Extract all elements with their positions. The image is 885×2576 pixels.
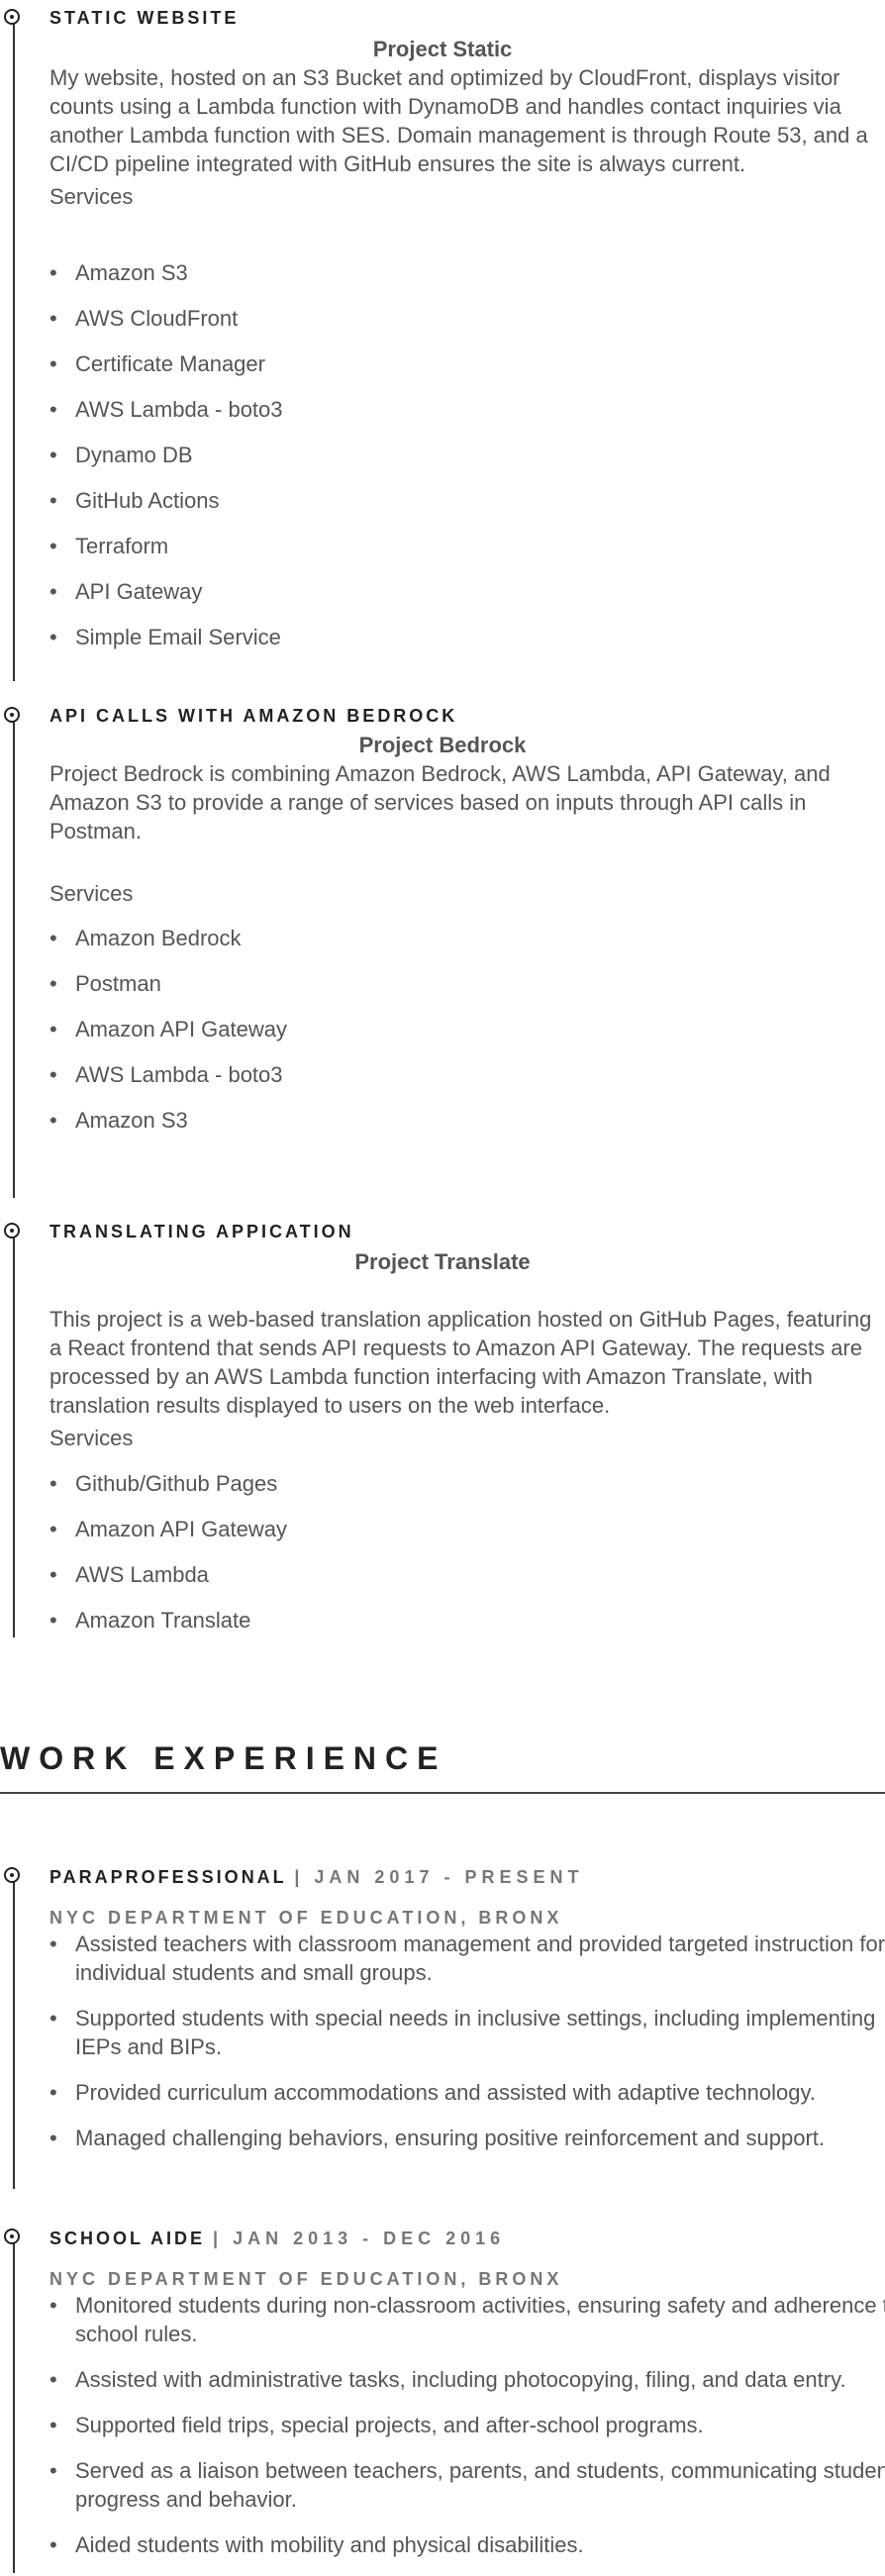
list-item: GitHub Actions: [49, 486, 283, 515]
timeline-line: [13, 2236, 15, 2573]
job-date: | JAN 2017 - PRESENT: [294, 1867, 584, 1887]
services-label: Services: [49, 184, 134, 209]
services-list: Amazon Bedrock Postman Amazon API Gatewa…: [49, 924, 287, 1151]
project-name: Project Bedrock: [358, 733, 527, 757]
project-name: Project Static: [372, 37, 513, 61]
project-title: TRANSLATING APPICATION: [49, 1222, 354, 1241]
job-organization: NYC DEPARTMENT OF EDUCATION, BRONX: [49, 2269, 563, 2289]
services-label: Services: [49, 881, 134, 906]
list-item: Amazon Bedrock: [49, 924, 287, 952]
list-item: Postman: [49, 969, 287, 998]
list-item: Provided curriculum accommodations and a…: [49, 2078, 885, 2107]
list-item: Assisted with administrative tasks, incl…: [49, 2365, 885, 2394]
list-item: Aided students with mobility and physica…: [49, 2530, 885, 2559]
list-item: Amazon S3: [49, 258, 283, 287]
section-divider: [0, 1792, 885, 1794]
timeline-line: [13, 715, 15, 1198]
list-item: Dynamo DB: [49, 441, 283, 469]
list-item: Amazon API Gateway: [49, 1515, 287, 1543]
timeline-line: [13, 1876, 15, 2189]
list-item: Certificate Manager: [49, 349, 283, 378]
timeline-marker-icon: [4, 1867, 20, 1883]
timeline-line: [13, 10, 15, 681]
list-item: AWS Lambda - boto3: [49, 395, 283, 424]
project-title: API CALLS WITH AMAZON BEDROCK: [49, 706, 458, 726]
project-name: Project Translate: [354, 1249, 531, 1274]
job-title: SCHOOL AIDE | JAN 2013 - DEC 2016: [49, 2229, 505, 2249]
timeline-marker-icon: [4, 1223, 20, 1238]
job-role: SCHOOL AIDE: [49, 2229, 206, 2248]
list-item: AWS Lambda - boto3: [49, 1060, 287, 1089]
list-item: Assisted teachers with classroom managem…: [49, 1930, 885, 1987]
list-item: AWS Lambda: [49, 1560, 287, 1589]
list-item: Terraform: [49, 532, 283, 560]
list-item: Amazon Translate: [49, 1606, 287, 1635]
duties-list: Monitored students during non-classroom …: [49, 2291, 885, 2576]
services-label: Services: [49, 1426, 134, 1450]
list-item: Simple Email Service: [49, 623, 283, 651]
list-item: Amazon API Gateway: [49, 1015, 287, 1043]
timeline-marker-icon: [4, 707, 20, 723]
project-description: Project Bedrock is combining Amazon Bedr…: [49, 761, 831, 843]
list-item: Github/Github Pages: [49, 1469, 287, 1498]
project-title: STATIC WEBSITE: [49, 8, 240, 28]
job-organization: NYC DEPARTMENT OF EDUCATION, BRONX: [49, 1908, 563, 1928]
timeline-line: [13, 1232, 15, 1637]
project-description: This project is a web-based translation …: [49, 1307, 872, 1418]
timeline-marker-icon: [4, 9, 20, 25]
job-date: | JAN 2013 - DEC 2016: [213, 2229, 506, 2248]
job-title: PARAPROFESSIONAL | JAN 2017 - PRESENT: [49, 1867, 583, 1888]
list-item: Monitored students during non-classroom …: [49, 2291, 885, 2348]
list-item: AWS CloudFront: [49, 304, 283, 333]
list-item: Amazon S3: [49, 1106, 287, 1135]
project-description: My website, hosted on an S3 Bucket and o…: [49, 65, 868, 176]
duties-list: Assisted teachers with classroom managem…: [49, 1930, 885, 2169]
services-list: Github/Github Pages Amazon API Gateway A…: [49, 1469, 287, 1651]
list-item: Supported field trips, special projects,…: [49, 2411, 885, 2439]
section-heading: WORK EXPERIENCE: [0, 1740, 447, 1776]
list-item: Managed challenging behaviors, ensuring …: [49, 2124, 885, 2152]
job-role: PARAPROFESSIONAL: [49, 1867, 287, 1887]
list-item: Served as a liaison between teachers, pa…: [49, 2456, 885, 2514]
timeline-marker-icon: [4, 2229, 20, 2244]
list-item: API Gateway: [49, 577, 283, 606]
services-list: Amazon S3 AWS CloudFront Certificate Man…: [49, 258, 283, 668]
list-item: Supported students with special needs in…: [49, 2004, 885, 2061]
